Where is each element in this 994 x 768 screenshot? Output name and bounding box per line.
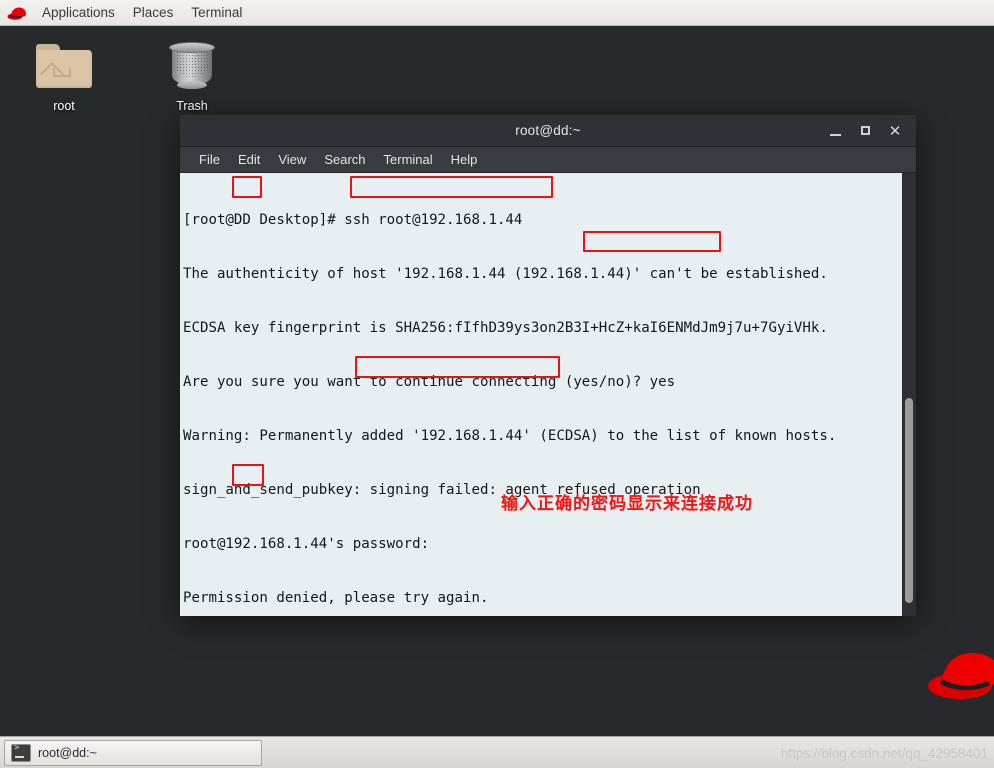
panel-menu-terminal[interactable]: Terminal bbox=[182, 2, 251, 23]
trash-can-icon bbox=[144, 38, 240, 96]
terminal-line: Permission denied, please try again. bbox=[183, 590, 489, 606]
desktop-icon-root[interactable]: root bbox=[16, 38, 112, 113]
window-title: root@dd:~ bbox=[515, 123, 581, 138]
window-controls: ✕ bbox=[820, 115, 910, 146]
taskbar-item-terminal[interactable]: root@dd:~ bbox=[4, 739, 262, 766]
watermark-url: https://blog.csdn.net/qq_42958401 bbox=[780, 746, 988, 761]
desktop-icon-trash[interactable]: Trash bbox=[144, 38, 240, 113]
terminal-line: Are you sure you want to continue connec… bbox=[183, 374, 676, 390]
panel-menu-places[interactable]: Places bbox=[124, 2, 183, 23]
menu-help[interactable]: Help bbox=[443, 150, 486, 169]
home-folder-icon bbox=[16, 38, 112, 96]
terminal-line: The authenticity of host '192.168.1.44 (… bbox=[183, 266, 828, 282]
taskbar-item-label: root@dd:~ bbox=[38, 745, 97, 760]
terminal-output-area[interactable]: [root@DD Desktop]# ssh root@192.168.1.44… bbox=[180, 173, 916, 616]
redhat-fedora-logo-icon bbox=[926, 648, 994, 708]
menu-view[interactable]: View bbox=[270, 150, 314, 169]
scrollbar-thumb[interactable] bbox=[905, 398, 913, 603]
maximize-button[interactable] bbox=[850, 115, 880, 146]
menu-search[interactable]: Search bbox=[316, 150, 373, 169]
annotation-note-text: 输入正确的密码显示来连接成功 bbox=[501, 494, 753, 514]
minimize-button[interactable] bbox=[820, 115, 850, 146]
terminal-line: Warning: Permanently added '192.168.1.44… bbox=[183, 428, 837, 444]
desktop-screen: Applications Places Terminal root Trash bbox=[0, 0, 994, 768]
terminal-text: [root@DD Desktop]# ssh root@192.168.1.44… bbox=[183, 175, 898, 616]
terminal-line: root@192.168.1.44's password: bbox=[183, 536, 430, 552]
desktop-icon-root-label: root bbox=[53, 99, 75, 113]
vertical-scrollbar[interactable] bbox=[902, 173, 916, 616]
terminal-icon bbox=[11, 743, 31, 762]
redhat-logo-icon[interactable] bbox=[7, 5, 27, 21]
top-panel: Applications Places Terminal bbox=[0, 0, 994, 26]
desktop-icon-trash-label: Trash bbox=[176, 99, 208, 113]
panel-menu-applications[interactable]: Applications bbox=[33, 2, 124, 23]
terminal-line: [root@DD Desktop]# ssh root@192.168.1.44 bbox=[183, 212, 523, 228]
terminal-line: ECDSA key fingerprint is SHA256:fIfhD39y… bbox=[183, 320, 828, 336]
window-titlebar[interactable]: root@dd:~ ✕ bbox=[180, 115, 916, 147]
terminal-menubar: File Edit View Search Terminal Help bbox=[180, 147, 916, 173]
menu-terminal[interactable]: Terminal bbox=[376, 150, 441, 169]
menu-edit[interactable]: Edit bbox=[230, 150, 268, 169]
close-icon[interactable]: ✕ bbox=[880, 115, 910, 146]
terminal-window[interactable]: root@dd:~ ✕ File Edit View Search Termin… bbox=[180, 115, 916, 616]
menu-file[interactable]: File bbox=[191, 150, 228, 169]
